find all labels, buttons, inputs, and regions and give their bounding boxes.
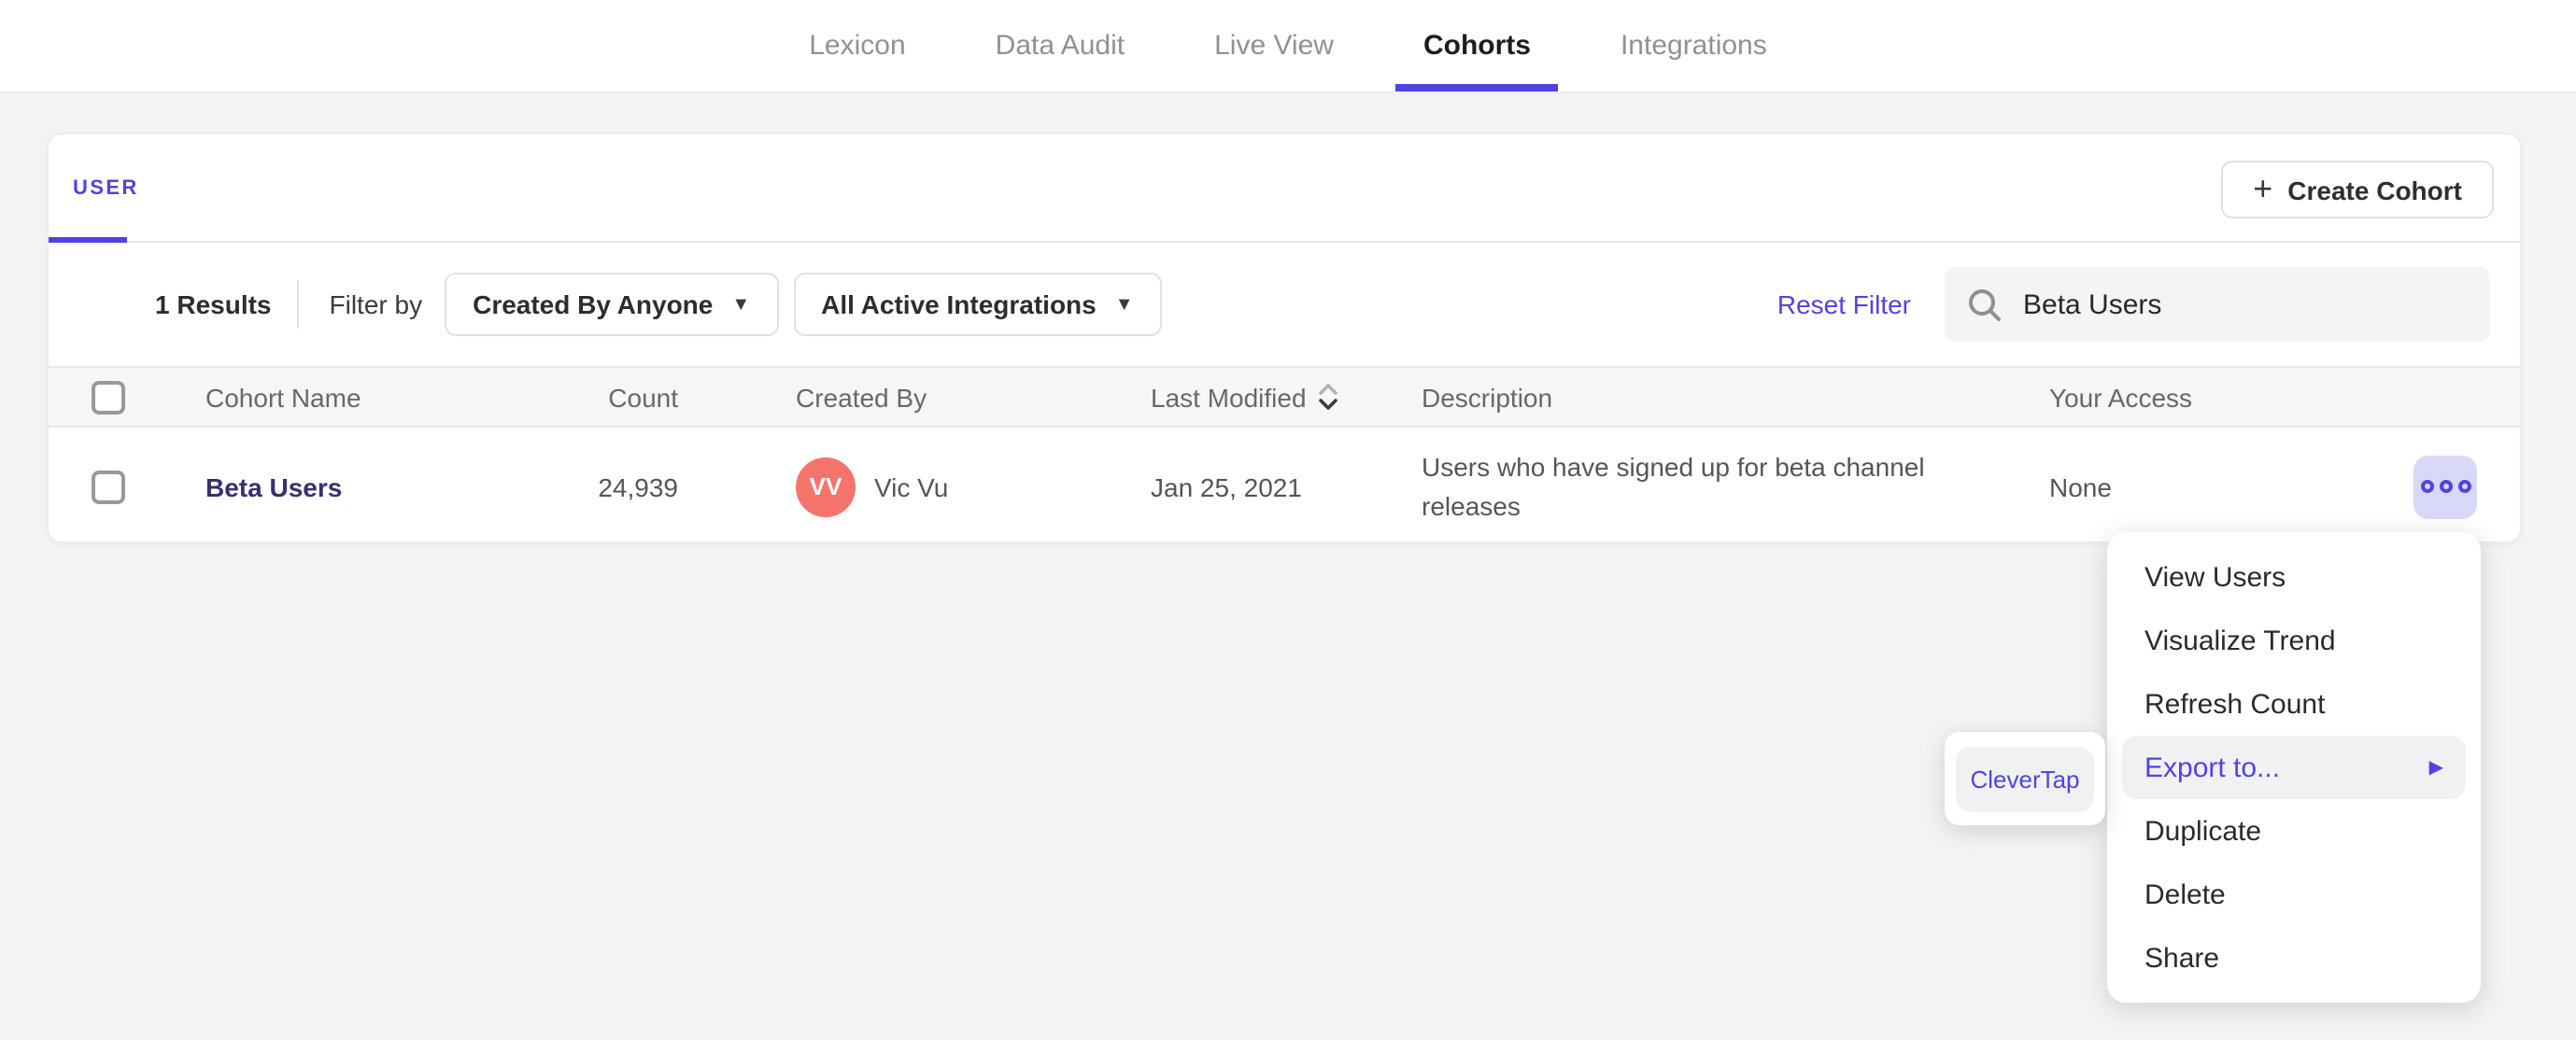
reset-filter-link[interactable]: Reset Filter (1777, 289, 1911, 319)
created-by-name: Vic Vu (874, 471, 949, 501)
create-cohort-button[interactable]: + Create Cohort (2221, 161, 2494, 218)
nav-tab-lexicon[interactable]: Lexicon (809, 0, 905, 91)
menu-item-share[interactable]: Share (2107, 926, 2481, 990)
row-actions-button[interactable] (2413, 455, 2477, 518)
chevron-down-icon: ▼ (1114, 294, 1134, 315)
column-header-count[interactable]: Count (516, 382, 678, 412)
menu-item-view-users[interactable]: View Users (2107, 545, 2481, 609)
sort-icon[interactable] (1318, 381, 1340, 413)
menu-item-duplicate[interactable]: Duplicate (2107, 799, 2481, 863)
more-options-icon (2420, 480, 2470, 493)
column-header-last-modified[interactable]: Last Modified (1151, 381, 1422, 413)
app-window: Lexicon Data Audit Live View Cohorts Int… (0, 0, 2576, 1040)
cohort-description: Users who have signed up for beta channe… (1422, 451, 1925, 520)
cohort-name-link[interactable]: Beta Users (205, 471, 342, 501)
column-header-your-access: Your Access (2049, 382, 2193, 412)
menu-item-delete[interactable]: Delete (2107, 863, 2481, 926)
tab-user[interactable]: USER (49, 134, 139, 243)
column-header-cohort-name[interactable]: Cohort Name (205, 382, 516, 412)
nav-tab-data-audit[interactable]: Data Audit (996, 0, 1125, 91)
tab-user-label: USER (73, 176, 139, 199)
nav-tab-live-view[interactable]: Live View (1214, 0, 1334, 91)
your-access-value: None (2049, 471, 2112, 501)
table-row: Beta Users 24,939 VV Vic Vu Jan 25, 2021… (49, 428, 2520, 545)
created-by-dropdown[interactable]: Created By Anyone ▼ (445, 273, 779, 336)
chevron-down-icon: ▼ (731, 294, 751, 315)
column-header-description: Description (1422, 382, 1553, 412)
nav-tab-cohorts[interactable]: Cohorts (1395, 0, 1558, 91)
menu-item-export-to[interactable]: Export to... ▶ (2122, 736, 2466, 799)
column-header-created-by[interactable]: Created By (678, 382, 1151, 412)
avatar: VV (796, 457, 856, 516)
cohort-type-tabstrip: USER + Create Cohort (49, 134, 2520, 243)
search-box[interactable] (1945, 267, 2490, 342)
menu-item-refresh-count[interactable]: Refresh Count (2107, 672, 2481, 736)
submenu-arrow-icon: ▶ (2428, 757, 2443, 778)
divider (297, 280, 300, 329)
integrations-dropdown[interactable]: All Active Integrations ▼ (793, 273, 1162, 336)
row-checkbox[interactable] (92, 470, 125, 503)
last-modified-date: Jan 25, 2021 (1151, 471, 1302, 501)
cohort-count: 24,939 (598, 471, 678, 501)
top-nav: Lexicon Data Audit Live View Cohorts Int… (0, 0, 2576, 93)
menu-item-clevertap[interactable]: CleverTap (1955, 746, 2095, 811)
menu-item-visualize-trend[interactable]: Visualize Trend (2107, 609, 2481, 672)
select-all-checkbox[interactable] (92, 380, 125, 414)
column-header-last-modified-label: Last Modified (1151, 382, 1307, 412)
created-by-dropdown-value: Created By Anyone (473, 289, 714, 319)
integrations-dropdown-value: All Active Integrations (821, 289, 1097, 319)
create-cohort-label: Create Cohort (2287, 175, 2462, 204)
table-header: Cohort Name Count Created By Last Modifi… (49, 366, 2520, 428)
cohorts-card: USER + Create Cohort 1 Results Filter by… (47, 133, 2522, 543)
nav-tab-integrations[interactable]: Integrations (1621, 0, 1767, 91)
results-count: 1 Results (155, 289, 272, 319)
export-submenu: CleverTap (1945, 732, 2105, 825)
filter-by-label: Filter by (329, 289, 423, 319)
page-body: USER + Create Cohort 1 Results Filter by… (0, 93, 2576, 1040)
menu-item-export-to-label: Export to... (2144, 752, 2281, 783)
context-menu: View Users Visualize Trend Refresh Count… (2107, 532, 2481, 1003)
filter-bar: 1 Results Filter by Created By Anyone ▼ … (49, 243, 2520, 366)
search-icon (1969, 288, 2001, 320)
search-input[interactable] (1945, 267, 2490, 342)
plus-icon: + (2253, 169, 2273, 206)
